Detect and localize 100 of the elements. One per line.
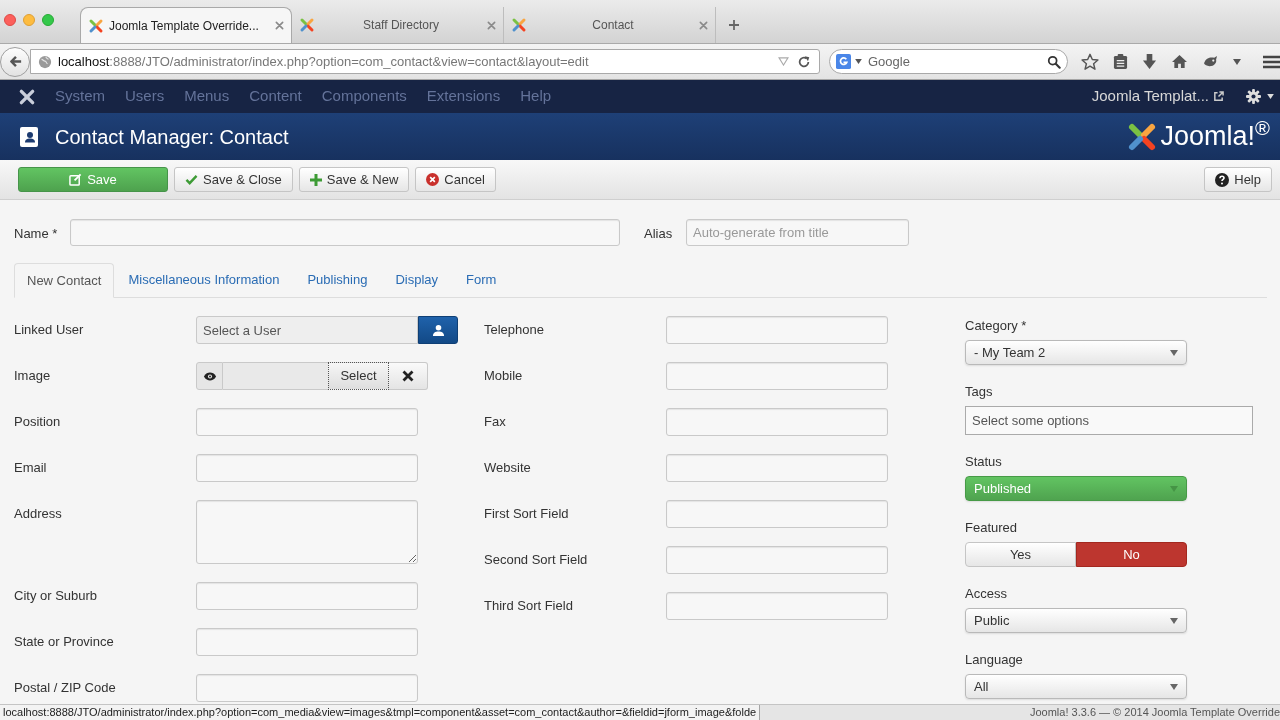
- field-label: Linked User: [14, 321, 84, 340]
- text-field[interactable]: [666, 592, 888, 620]
- select-button[interactable]: Select: [328, 362, 389, 390]
- field-label: State or Province: [14, 633, 114, 652]
- text-field[interactable]: [666, 454, 888, 482]
- home-icon[interactable]: [1171, 54, 1188, 69]
- close-icon[interactable]: [487, 20, 496, 30]
- field-label: First Sort Field: [484, 505, 569, 524]
- browser-tab[interactable]: Contact: [504, 7, 716, 43]
- bird-icon[interactable]: [1202, 55, 1219, 68]
- select-field[interactable]: - My Team 2: [965, 340, 1187, 365]
- window-minimize-button[interactable]: [23, 14, 35, 26]
- field-label: Email: [14, 459, 47, 478]
- field-label: Featured: [965, 519, 1018, 537]
- back-button[interactable]: [0, 46, 30, 77]
- footer-text: Joomla! 3.3.6 — © 2014 Joomla Template Override: [1028, 705, 1280, 720]
- browser-tab[interactable]: Staff Directory: [292, 7, 504, 43]
- tab[interactable]: Miscellaneous Information: [114, 263, 294, 297]
- star-icon[interactable]: [1081, 52, 1099, 71]
- field-label: Language: [965, 651, 1023, 669]
- caret-down-icon[interactable]: [1267, 94, 1274, 99]
- caret-down-icon: [1170, 683, 1178, 690]
- cancel-icon: [426, 173, 440, 186]
- address-field[interactable]: localhost:8888/JTO/administrator/index.php?option=com_contact&view=contact&layout=edit: [30, 49, 820, 74]
- site-link[interactable]: Joomla Templat...: [1091, 85, 1224, 108]
- settings-icon[interactable]: [1246, 89, 1261, 104]
- field-label: Address: [14, 505, 62, 524]
- link-preview: localhost:8888/JTO/administrator/index.php?option=com_media&view=images&tmpl=component&asset=com_contact&author=&fieldid=jform_image&folde: [0, 705, 761, 720]
- field-label: Website: [484, 459, 531, 478]
- arrow-left-icon: [7, 54, 23, 69]
- text-field[interactable]: [666, 546, 888, 574]
- caret-down-icon: [1170, 485, 1178, 492]
- save-close-button[interactable]: Save & Close: [174, 167, 293, 192]
- tab[interactable]: New Contact: [14, 263, 115, 298]
- help-icon: [1215, 172, 1230, 187]
- field-label: City or Suburb: [14, 587, 98, 606]
- window-zoom-button[interactable]: [42, 14, 54, 26]
- tab[interactable]: Publishing: [293, 263, 382, 297]
- save-new-button[interactable]: Save & New: [298, 167, 410, 192]
- search-engine-icon[interactable]: [836, 54, 851, 69]
- clipboard-icon[interactable]: [1113, 53, 1128, 70]
- close-icon: [402, 370, 414, 382]
- help-button[interactable]: Help: [1204, 167, 1272, 192]
- textarea-field[interactable]: [196, 500, 418, 564]
- text-field[interactable]: [666, 408, 888, 436]
- field-label: Category *: [965, 317, 1027, 335]
- text-field[interactable]: [666, 500, 888, 528]
- tab[interactable]: Display: [381, 263, 453, 297]
- cancel-button[interactable]: Cancel: [415, 167, 496, 192]
- eye-icon: [202, 371, 217, 381]
- select-field[interactable]: All: [965, 674, 1187, 699]
- check-icon: [185, 174, 198, 185]
- clear-button[interactable]: [389, 362, 428, 390]
- menu-icon[interactable]: [1263, 54, 1280, 69]
- plus-icon[interactable]: [728, 19, 740, 31]
- text-field[interactable]: [196, 454, 418, 482]
- tags-field[interactable]: Select some options: [965, 406, 1253, 435]
- close-icon[interactable]: [699, 20, 708, 30]
- user-icon: [431, 323, 445, 337]
- name-field[interactable]: [70, 219, 620, 246]
- text-field[interactable]: [666, 316, 888, 344]
- address-text: localhost:8888/JTO/administrator/index.php?option=com_contact&view=contact&layout=edit: [58, 52, 589, 71]
- logo-icon: [511, 17, 527, 33]
- field-label: Mobile: [484, 367, 523, 386]
- logo-icon: [299, 17, 315, 33]
- reload-icon[interactable]: [797, 54, 811, 69]
- caret-down-icon[interactable]: [855, 59, 862, 64]
- image-path-field[interactable]: [223, 362, 328, 390]
- page-title: Contact Manager: Contact: [55, 124, 289, 150]
- field-label: Status: [965, 453, 1002, 471]
- text-field[interactable]: [196, 674, 418, 702]
- search-field[interactable]: Google: [829, 49, 1068, 74]
- toggle-option[interactable]: Yes: [965, 542, 1076, 567]
- caret-down-icon[interactable]: [1233, 58, 1241, 65]
- select-field[interactable]: Public: [965, 608, 1187, 633]
- field-label: Alias: [644, 225, 673, 241]
- download-icon[interactable]: [1142, 53, 1157, 70]
- field-label: Tags: [965, 383, 993, 401]
- search-icon[interactable]: [1047, 54, 1061, 69]
- logo-text: Joomla!$^{®}$: [1160, 123, 1270, 150]
- text-field[interactable]: [196, 408, 418, 436]
- user-field[interactable]: Select a User: [196, 316, 418, 344]
- field-label: Second Sort Field: [484, 551, 588, 570]
- select-user-button[interactable]: [418, 316, 458, 344]
- globe-icon: [38, 54, 52, 69]
- close-icon[interactable]: [275, 21, 284, 30]
- tab[interactable]: Form: [452, 263, 511, 297]
- plus-icon: [309, 173, 322, 186]
- text-field[interactable]: [666, 362, 888, 390]
- text-field[interactable]: [196, 582, 418, 610]
- toggle-option[interactable]: No: [1076, 542, 1187, 567]
- field-label: Image: [14, 367, 51, 386]
- preview-button[interactable]: [196, 362, 223, 390]
- logo-icon[interactable]: [18, 87, 36, 106]
- browser-tab[interactable]: Joomla Template Override...: [80, 7, 292, 43]
- text-field[interactable]: [196, 628, 418, 656]
- alias-field[interactable]: Auto-generate from title: [686, 219, 909, 246]
- field-label: Access: [965, 585, 1007, 603]
- window-close-button[interactable]: [4, 14, 16, 26]
- field-label: Fax: [484, 413, 506, 432]
